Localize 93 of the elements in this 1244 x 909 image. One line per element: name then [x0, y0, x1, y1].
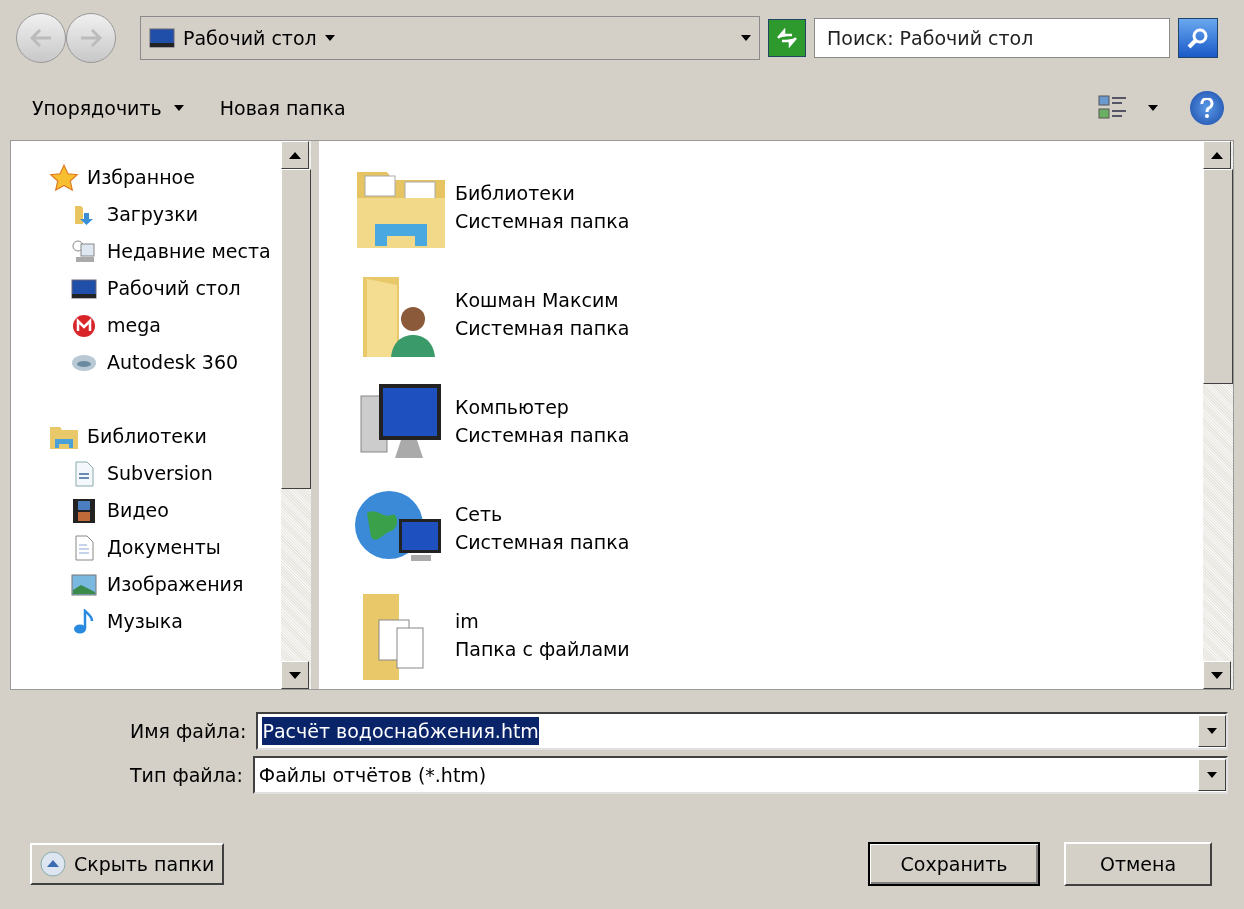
caret-icon — [173, 105, 184, 111]
m-logo-icon — [72, 313, 96, 338]
document-icon — [73, 534, 95, 561]
music-note-icon — [73, 608, 95, 635]
caret-icon — [1207, 772, 1217, 778]
file-item[interactable]: Кошман Максим Системная папка — [353, 260, 1203, 368]
nav-item[interactable]: Музыка — [49, 603, 281, 640]
caret-icon — [324, 35, 335, 41]
file-type: Системная папка — [455, 315, 630, 341]
nav-item[interactable]: Документы — [49, 529, 281, 566]
nav-item-label: Видео — [107, 498, 169, 524]
file-name: Библиотеки — [455, 180, 576, 206]
file-name: Сеть — [455, 502, 504, 528]
refresh-arrows-icon — [775, 28, 799, 48]
scrollbar[interactable] — [281, 141, 311, 689]
scroll-up-button[interactable] — [1203, 141, 1231, 169]
file-name-value: Расчёт водоснабжения.htm — [262, 716, 539, 746]
file-item[interactable]: im Папка с файлами — [353, 581, 1203, 689]
caret-icon — [1207, 728, 1217, 734]
history-caret-icon — [741, 35, 751, 41]
file-name: Компьютер — [455, 395, 570, 420]
help-icon — [1200, 98, 1214, 118]
nav-item[interactable]: mega — [49, 307, 281, 344]
search-field[interactable]: Поиск: Рабочий стол — [814, 18, 1170, 58]
nav-item-label: Autodesk 360 — [107, 350, 239, 376]
search-input[interactable]: Поиск: Рабочий стол — [827, 23, 1157, 53]
list-view-icon — [1098, 94, 1128, 122]
desktop-icon — [149, 27, 175, 49]
file-type: Системная папка — [455, 530, 630, 556]
nav-item-label: Документы — [107, 535, 221, 561]
nav-item-label: Недавние места — [107, 239, 271, 265]
nav-item-label: Загрузки — [107, 202, 199, 228]
nav-item[interactable]: Autodesk 360 — [49, 344, 281, 381]
picture-icon — [71, 573, 97, 596]
file-name: im — [455, 609, 480, 635]
address-field[interactable]: Рабочий стол — [140, 16, 760, 60]
caret-icon — [1148, 105, 1158, 111]
back-arrow-icon — [30, 29, 52, 47]
scroll-down-button[interactable] — [281, 661, 309, 689]
desktop-icon — [71, 277, 97, 300]
file-type-field[interactable]: Файлы отчётов (*.htm) — [252, 756, 1228, 794]
file-type: Системная папка — [455, 423, 630, 448]
scrollbar[interactable] — [1203, 141, 1233, 689]
dropdown-button[interactable] — [1198, 759, 1226, 791]
file-item[interactable]: Библиотеки Системная папка — [353, 153, 1203, 261]
forward-arrow-icon — [80, 29, 102, 47]
file-type: Системная папка — [455, 208, 630, 234]
nav-item-label: Музыка — [107, 609, 183, 635]
document-icon — [73, 460, 95, 487]
nav-item-label: Рабочий стол — [107, 276, 241, 302]
scroll-down-button[interactable] — [1203, 661, 1231, 689]
nav-item[interactable]: Изображения — [49, 566, 281, 603]
scroll-thumb[interactable] — [1203, 169, 1233, 384]
refresh-button[interactable] — [768, 19, 806, 57]
file-item[interactable]: Сеть Системная папка — [353, 474, 1203, 582]
dropdown-button[interactable] — [1198, 715, 1226, 747]
nav-item[interactable]: Subversion — [49, 455, 281, 492]
down-arrow-icon — [289, 671, 301, 679]
collapse-icon — [40, 851, 66, 877]
file-item[interactable]: Компьютер Системная папка — [353, 367, 1203, 475]
nav-item-label: Subversion — [107, 461, 213, 487]
field-label: Имя файла: — [130, 718, 247, 744]
organize-menu-button[interactable]: Упорядочить — [20, 88, 196, 128]
star-icon — [49, 163, 79, 192]
nav-group-item[interactable]: Библиотеки — [49, 418, 281, 455]
up-arrow-icon — [1211, 151, 1223, 159]
nav-group-label: Избранное — [87, 165, 195, 191]
file-name: Кошман Максим — [455, 287, 620, 313]
file-type: Папка с файлами — [455, 637, 630, 663]
nav-group-item[interactable]: Избранное — [49, 159, 281, 196]
nav-item-label: mega — [107, 313, 161, 339]
file-name-field[interactable]: Расчёт водоснабжения.htm — [256, 712, 1228, 750]
search-icon — [1186, 26, 1210, 50]
nav-item[interactable]: Недавние места — [49, 233, 281, 270]
film-icon — [72, 497, 96, 524]
scroll-thumb[interactable] — [281, 169, 311, 489]
hide-folders-button[interactable]: Скрыть папки — [30, 843, 225, 885]
nav-item[interactable]: Загрузки — [49, 196, 281, 233]
scroll-up-button[interactable] — [281, 141, 309, 169]
new-folder-button[interactable]: Новая папка — [203, 88, 362, 128]
save-button[interactable]: Сохранить — [868, 842, 1040, 886]
down-arrow-icon — [1211, 671, 1223, 679]
nav-item-label: Изображения — [107, 572, 244, 598]
file-type-value: Файлы отчётов (*.htm) — [258, 762, 487, 788]
field-label: Тип файла: — [130, 762, 243, 788]
address-location: Рабочий стол — [183, 25, 317, 51]
nav-group-label: Библиотеки — [87, 424, 207, 450]
nav-item[interactable]: Рабочий стол — [49, 270, 281, 307]
search-button[interactable] — [1178, 18, 1218, 58]
cancel-button[interactable]: Отмена — [1064, 842, 1212, 886]
up-arrow-icon — [289, 151, 301, 159]
help-button[interactable] — [1190, 91, 1224, 125]
nav-item[interactable]: Видео — [49, 492, 281, 529]
